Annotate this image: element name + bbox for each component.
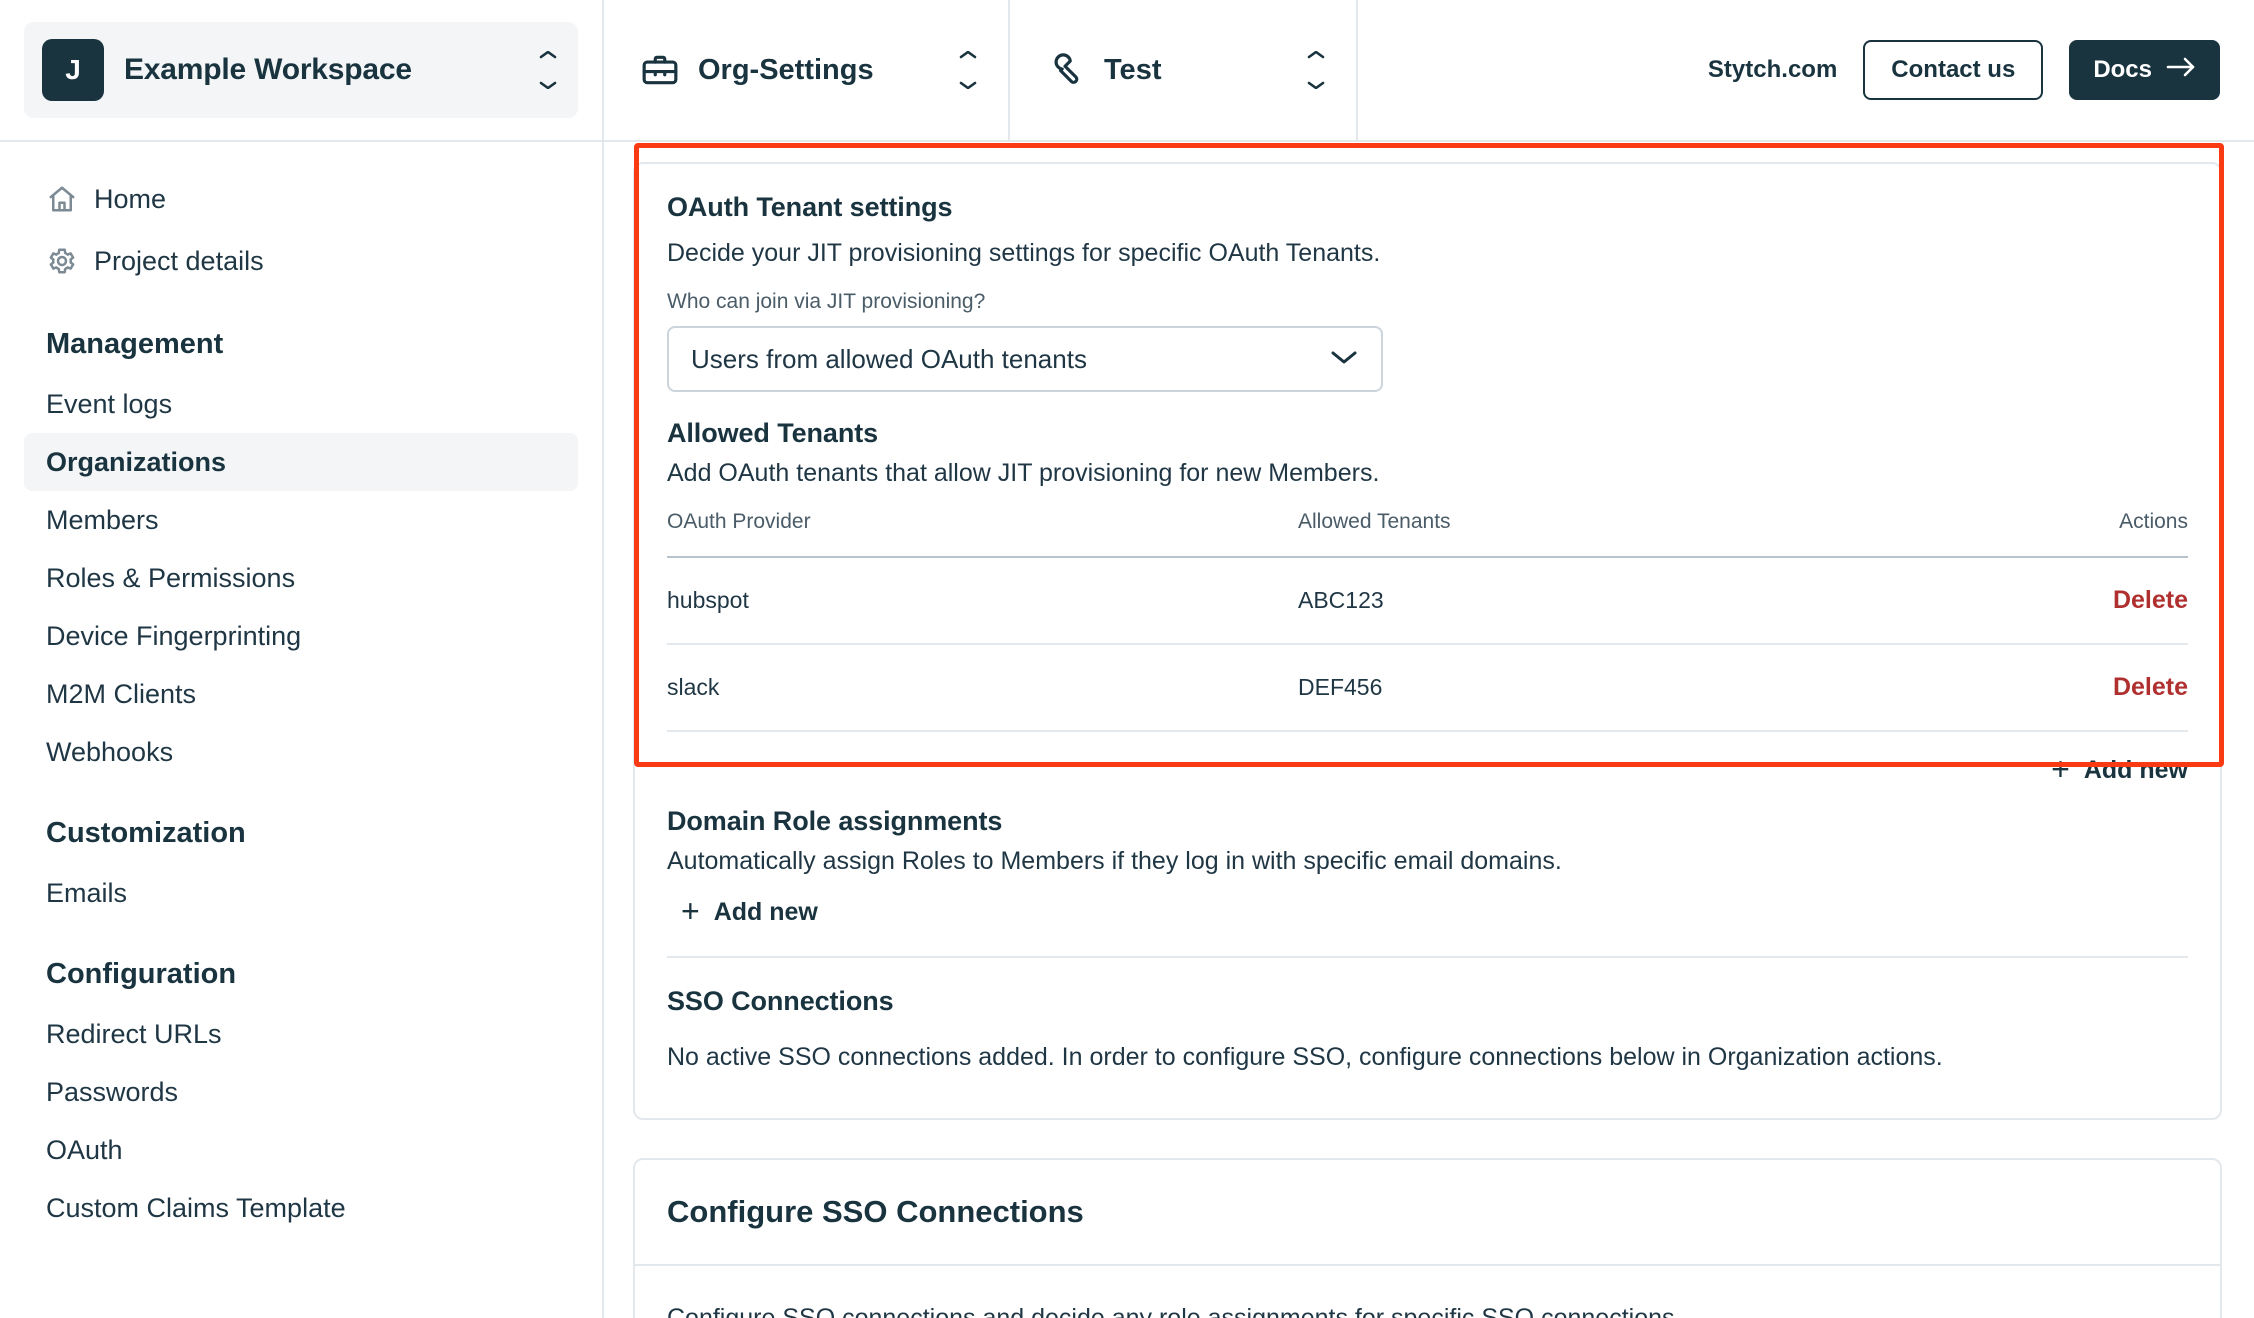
arrow-right-icon <box>2166 56 2196 85</box>
sso-connections-title: SSO Connections <box>667 986 894 1016</box>
environment-selector-label: Test <box>1104 53 1162 86</box>
workspace-avatar: J <box>42 39 104 101</box>
column-header-oauth-provider: OAuth Provider <box>667 510 1298 558</box>
sidebar-item-device-fingerprinting[interactable]: Device Fingerprinting <box>24 607 578 665</box>
oauth-tenant-settings-description: Decide your JIT provisioning settings fo… <box>667 239 1381 267</box>
cell-allowed-tenants: ABC123 <box>1298 557 1938 645</box>
domain-role-assignments-description: Automatically assign Roles to Members if… <box>667 847 1562 875</box>
table-row: hubspot ABC123 Delete <box>667 557 2188 645</box>
sidebar-section-configuration: Configuration <box>46 958 237 990</box>
sidebar-item-oauth[interactable]: OAuth <box>24 1121 578 1179</box>
gear-icon <box>46 245 78 277</box>
oauth-tenant-settings-title: OAuth Tenant settings <box>667 192 953 222</box>
toolbox-icon <box>640 50 680 90</box>
docs-button[interactable]: Docs <box>2069 40 2220 100</box>
allowed-tenants-add-new-row: + Add new <box>667 732 2188 806</box>
environment-selector[interactable]: Test <box>1010 0 1358 140</box>
configure-sso-connections-card: Configure SSO Connections Configure SSO … <box>633 1158 2222 1318</box>
oauth-tenant-settings-section: OAuth Tenant settings Decide your JIT pr… <box>635 164 2220 392</box>
project-selector[interactable]: Org-Settings <box>604 0 1010 140</box>
table-header-row: OAuth Provider Allowed Tenants Actions <box>667 510 2188 558</box>
sidebar-item-organizations[interactable]: Organizations <box>24 433 578 491</box>
sidebar: Home Project details Management Event lo… <box>0 142 604 1318</box>
docs-button-label: Docs <box>2093 56 2152 83</box>
cell-allowed-tenants: DEF456 <box>1298 644 1938 732</box>
jit-provisioning-value: Users from allowed OAuth tenants <box>691 343 1087 374</box>
domain-role-add-new-row: + Add new <box>667 876 2188 934</box>
allowed-tenants-description: Add OAuth tenants that allow JIT provisi… <box>667 459 1380 487</box>
sidebar-item-redirect-urls[interactable]: Redirect URLs <box>24 1005 578 1063</box>
project-selector-label: Org-Settings <box>698 53 874 86</box>
table-row: slack DEF456 Delete <box>667 644 2188 732</box>
wrench-icon <box>1046 50 1086 90</box>
up-down-chevron-icon <box>538 51 558 89</box>
cell-oauth-provider: slack <box>667 644 1298 732</box>
plus-icon: + <box>681 893 700 929</box>
sidebar-item-passwords[interactable]: Passwords <box>24 1063 578 1121</box>
plus-icon: + <box>2051 751 2070 787</box>
sidebar-item-m2m-clients[interactable]: M2M Clients <box>24 665 578 723</box>
column-header-actions: Actions <box>1938 510 2188 558</box>
organization-settings-card: OAuth Tenant settings Decide your JIT pr… <box>633 162 2222 1120</box>
sidebar-item-emails[interactable]: Emails <box>24 864 578 922</box>
delete-link[interactable]: Delete <box>2113 673 2188 701</box>
sidebar-item-project-details[interactable]: Project details <box>24 230 578 292</box>
sidebar-item-roles-permissions[interactable]: Roles & Permissions <box>24 549 578 607</box>
cell-actions: Delete <box>1938 557 2188 645</box>
chevron-down-icon <box>1329 347 1359 372</box>
sidebar-section-management: Management <box>46 328 224 360</box>
sidebar-item-event-logs[interactable]: Event logs <box>24 375 578 433</box>
contact-us-button[interactable]: Contact us <box>1863 40 2044 100</box>
add-new-domain-role-button[interactable]: + Add new <box>681 893 818 929</box>
main-content: OAuth Tenant settings Decide your JIT pr… <box>606 142 2254 1318</box>
jit-provisioning-select[interactable]: Users from allowed OAuth tenants <box>667 326 1383 392</box>
top-bar: J Example Workspace Org-Settings Test St… <box>0 0 2254 142</box>
jit-provisioning-label: Who can join via JIT provisioning? <box>667 290 986 313</box>
sidebar-section-customization: Customization <box>46 817 246 849</box>
configure-sso-card-header: Configure SSO Connections <box>635 1160 2220 1266</box>
up-down-chevron-icon <box>1306 51 1326 89</box>
workspace-switcher[interactable]: J Example Workspace <box>24 22 578 118</box>
cell-actions: Delete <box>1938 644 2188 732</box>
allowed-tenants-table: OAuth Provider Allowed Tenants Actions h… <box>667 510 2188 732</box>
add-new-domain-role-label: Add new <box>713 897 818 926</box>
domain-role-assignments-section: Domain Role assignments Automatically as… <box>635 806 2220 958</box>
add-new-tenant-label: Add new <box>2083 755 2188 784</box>
column-header-allowed-tenants: Allowed Tenants <box>1298 510 1938 558</box>
sidebar-item-home[interactable]: Home <box>24 168 578 230</box>
configure-sso-description: Configure SSO connections and decide any… <box>667 1304 1682 1318</box>
sidebar-item-label: Home <box>94 183 167 214</box>
workspace-selector-zone: J Example Workspace <box>0 0 604 140</box>
sidebar-item-webhooks[interactable]: Webhooks <box>24 723 578 781</box>
configure-sso-card-body: Configure SSO connections and decide any… <box>635 1266 2220 1318</box>
top-bar-actions: Stytch.com Contact us Docs <box>1358 0 2254 140</box>
sidebar-item-members[interactable]: Members <box>24 491 578 549</box>
home-icon <box>46 183 78 215</box>
workspace-name: Example Workspace <box>124 53 412 86</box>
delete-link[interactable]: Delete <box>2113 586 2188 614</box>
domain-role-assignments-title: Domain Role assignments <box>667 806 1003 836</box>
allowed-tenants-section: Allowed Tenants Add OAuth tenants that a… <box>635 392 2220 806</box>
allowed-tenants-title: Allowed Tenants <box>667 418 879 448</box>
add-new-tenant-button[interactable]: + Add new <box>2051 751 2188 787</box>
sso-connections-description: No active SSO connections added. In orde… <box>667 1043 1943 1071</box>
sso-connections-section: SSO Connections No active SSO connection… <box>635 958 2220 1118</box>
configure-sso-title: Configure SSO Connections <box>667 1194 1084 1229</box>
cell-oauth-provider: hubspot <box>667 557 1298 645</box>
sidebar-item-custom-claims-template[interactable]: Custom Claims Template <box>24 1179 578 1237</box>
stytch-site-link[interactable]: Stytch.com <box>1708 56 1837 84</box>
up-down-chevron-icon <box>958 51 978 89</box>
sidebar-item-label: Project details <box>94 245 264 276</box>
